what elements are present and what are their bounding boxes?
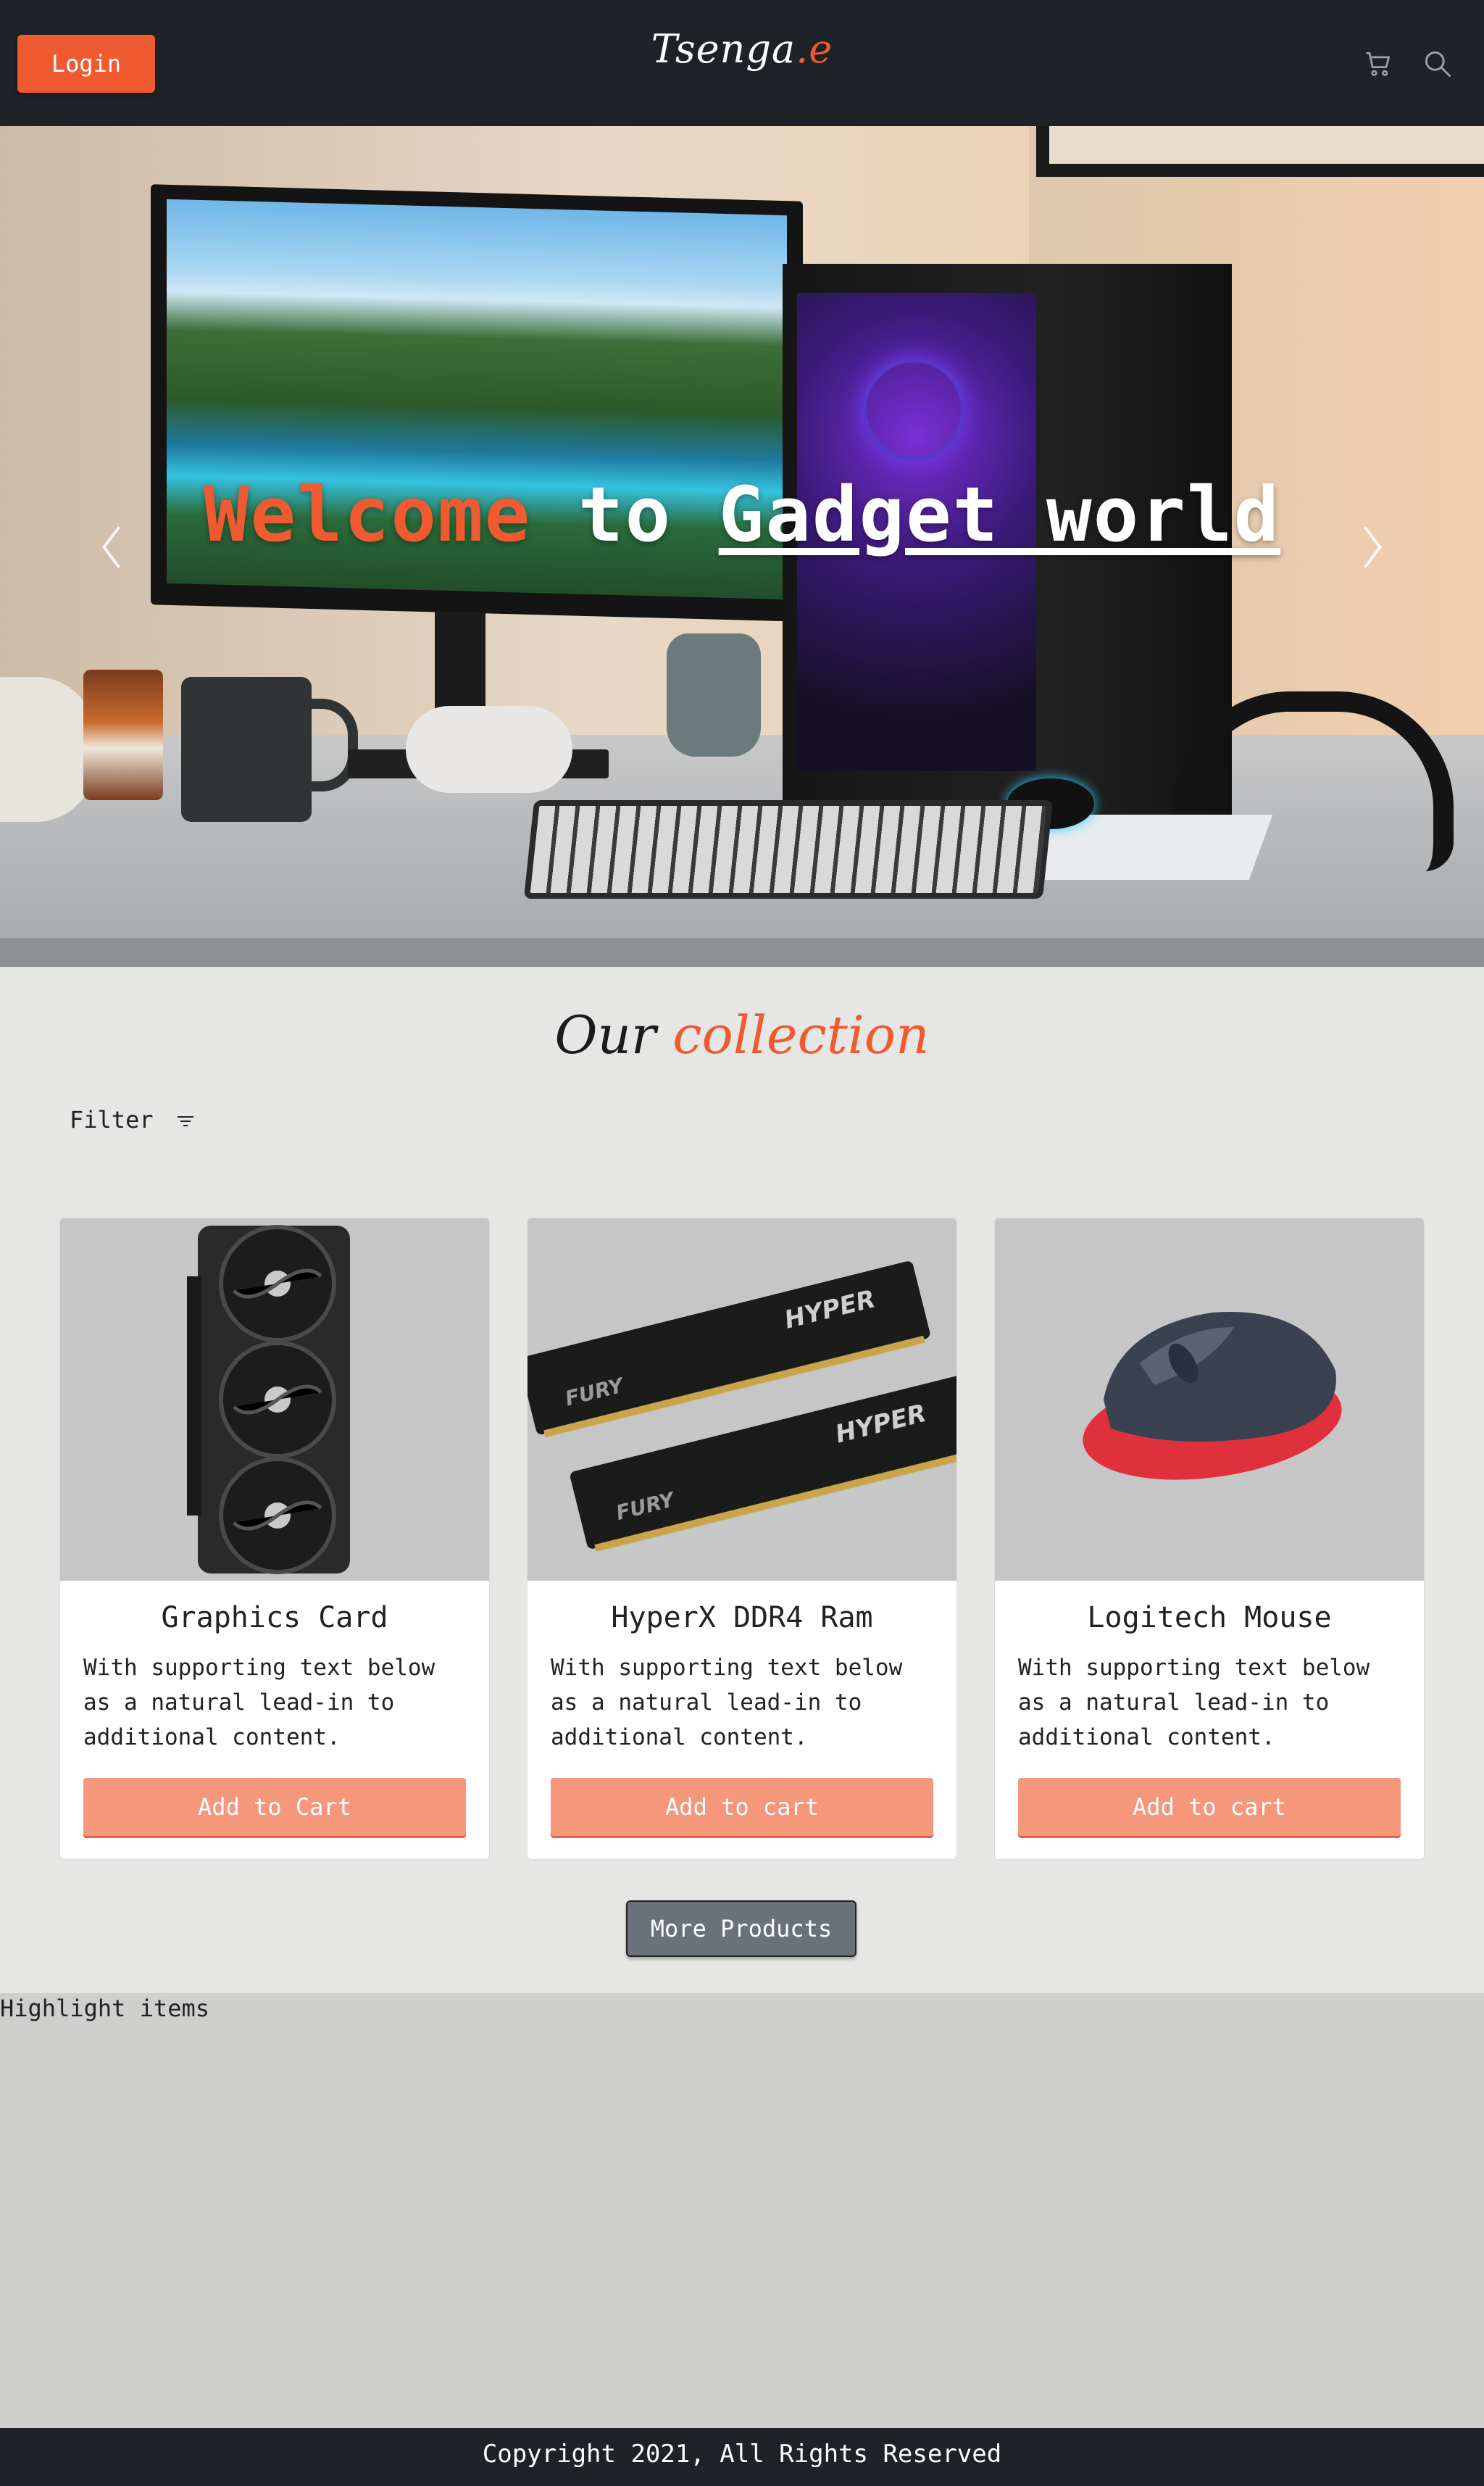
hero-title-to: to (578, 470, 672, 559)
hero-keyboard (523, 800, 1054, 899)
hero-controller (406, 706, 572, 793)
product-image-hyperx-ram: HYPER HYPER FURY FURY (528, 1218, 956, 1581)
cart-icon[interactable] (1362, 48, 1394, 80)
add-to-cart-button[interactable]: Add to cart (551, 1778, 933, 1836)
chevron-left-icon[interactable] (97, 522, 126, 573)
product-description: With supporting text below as a natural … (1018, 1655, 1370, 1750)
hero-lamp (0, 677, 94, 822)
navbar: Login Tsenga.e (0, 0, 1484, 126)
product-card-hyperx-ram: HYPER HYPER FURY FURY HyperX DDR4 Ram Wi… (527, 1218, 957, 1860)
brand-name: Tsenga (651, 26, 796, 72)
hero-coffee-can (83, 670, 163, 800)
chevron-right-icon[interactable] (1358, 522, 1387, 573)
highlight-heading: Highlight items (0, 1995, 209, 2022)
hero-carousel: Welcome to Gadget world (0, 126, 1484, 967)
collection-title-collection: collection (672, 1005, 930, 1065)
filter-label: Filter (70, 1106, 154, 1134)
product-description: With supporting text below as a natural … (83, 1655, 435, 1750)
product-title: Logitech Mouse (1087, 1601, 1332, 1634)
hero-picture-frame-inner (1049, 126, 1484, 164)
highlight-section (0, 1993, 1484, 2428)
more-products-button[interactable]: More Products (626, 1900, 856, 1957)
product-card-logitech-mouse: Logitech Mouse With supporting text belo… (994, 1218, 1425, 1860)
hero-desk-edge (0, 938, 1484, 967)
product-title: Graphics Card (161, 1601, 388, 1634)
collection-title-our: Our (554, 1005, 656, 1065)
hero-title-gadget-world: Gadget world (718, 470, 1281, 559)
product-image-logitech-mouse (995, 1218, 1424, 1581)
product-card-graphics-card: Graphics Card With supporting text below… (59, 1218, 490, 1860)
hero-pc-fan (862, 358, 965, 461)
add-to-cart-button[interactable]: Add to Cart (83, 1778, 466, 1836)
brand-suffix: .e (796, 26, 833, 72)
hero-mug (181, 677, 312, 822)
copyright-text: Copyright 2021, All Rights Reserved (482, 2440, 1002, 2469)
filter-button[interactable]: Filter (70, 1106, 195, 1134)
hero-title-welcome: Welcome (203, 470, 532, 559)
add-to-cart-button[interactable]: Add to cart (1018, 1778, 1401, 1836)
product-image-graphics-card (60, 1218, 489, 1581)
filter-lines-icon (177, 1116, 193, 1126)
hero-title: Welcome to Gadget world (0, 470, 1484, 559)
hero-vase (667, 633, 761, 757)
brand-logo[interactable]: Tsenga.e (0, 26, 1484, 72)
product-title: HyperX DDR4 Ram (611, 1601, 873, 1634)
search-icon[interactable] (1422, 48, 1454, 80)
product-description: With supporting text below as a natural … (551, 1655, 903, 1750)
collection-title: Our collection (0, 1005, 1484, 1065)
